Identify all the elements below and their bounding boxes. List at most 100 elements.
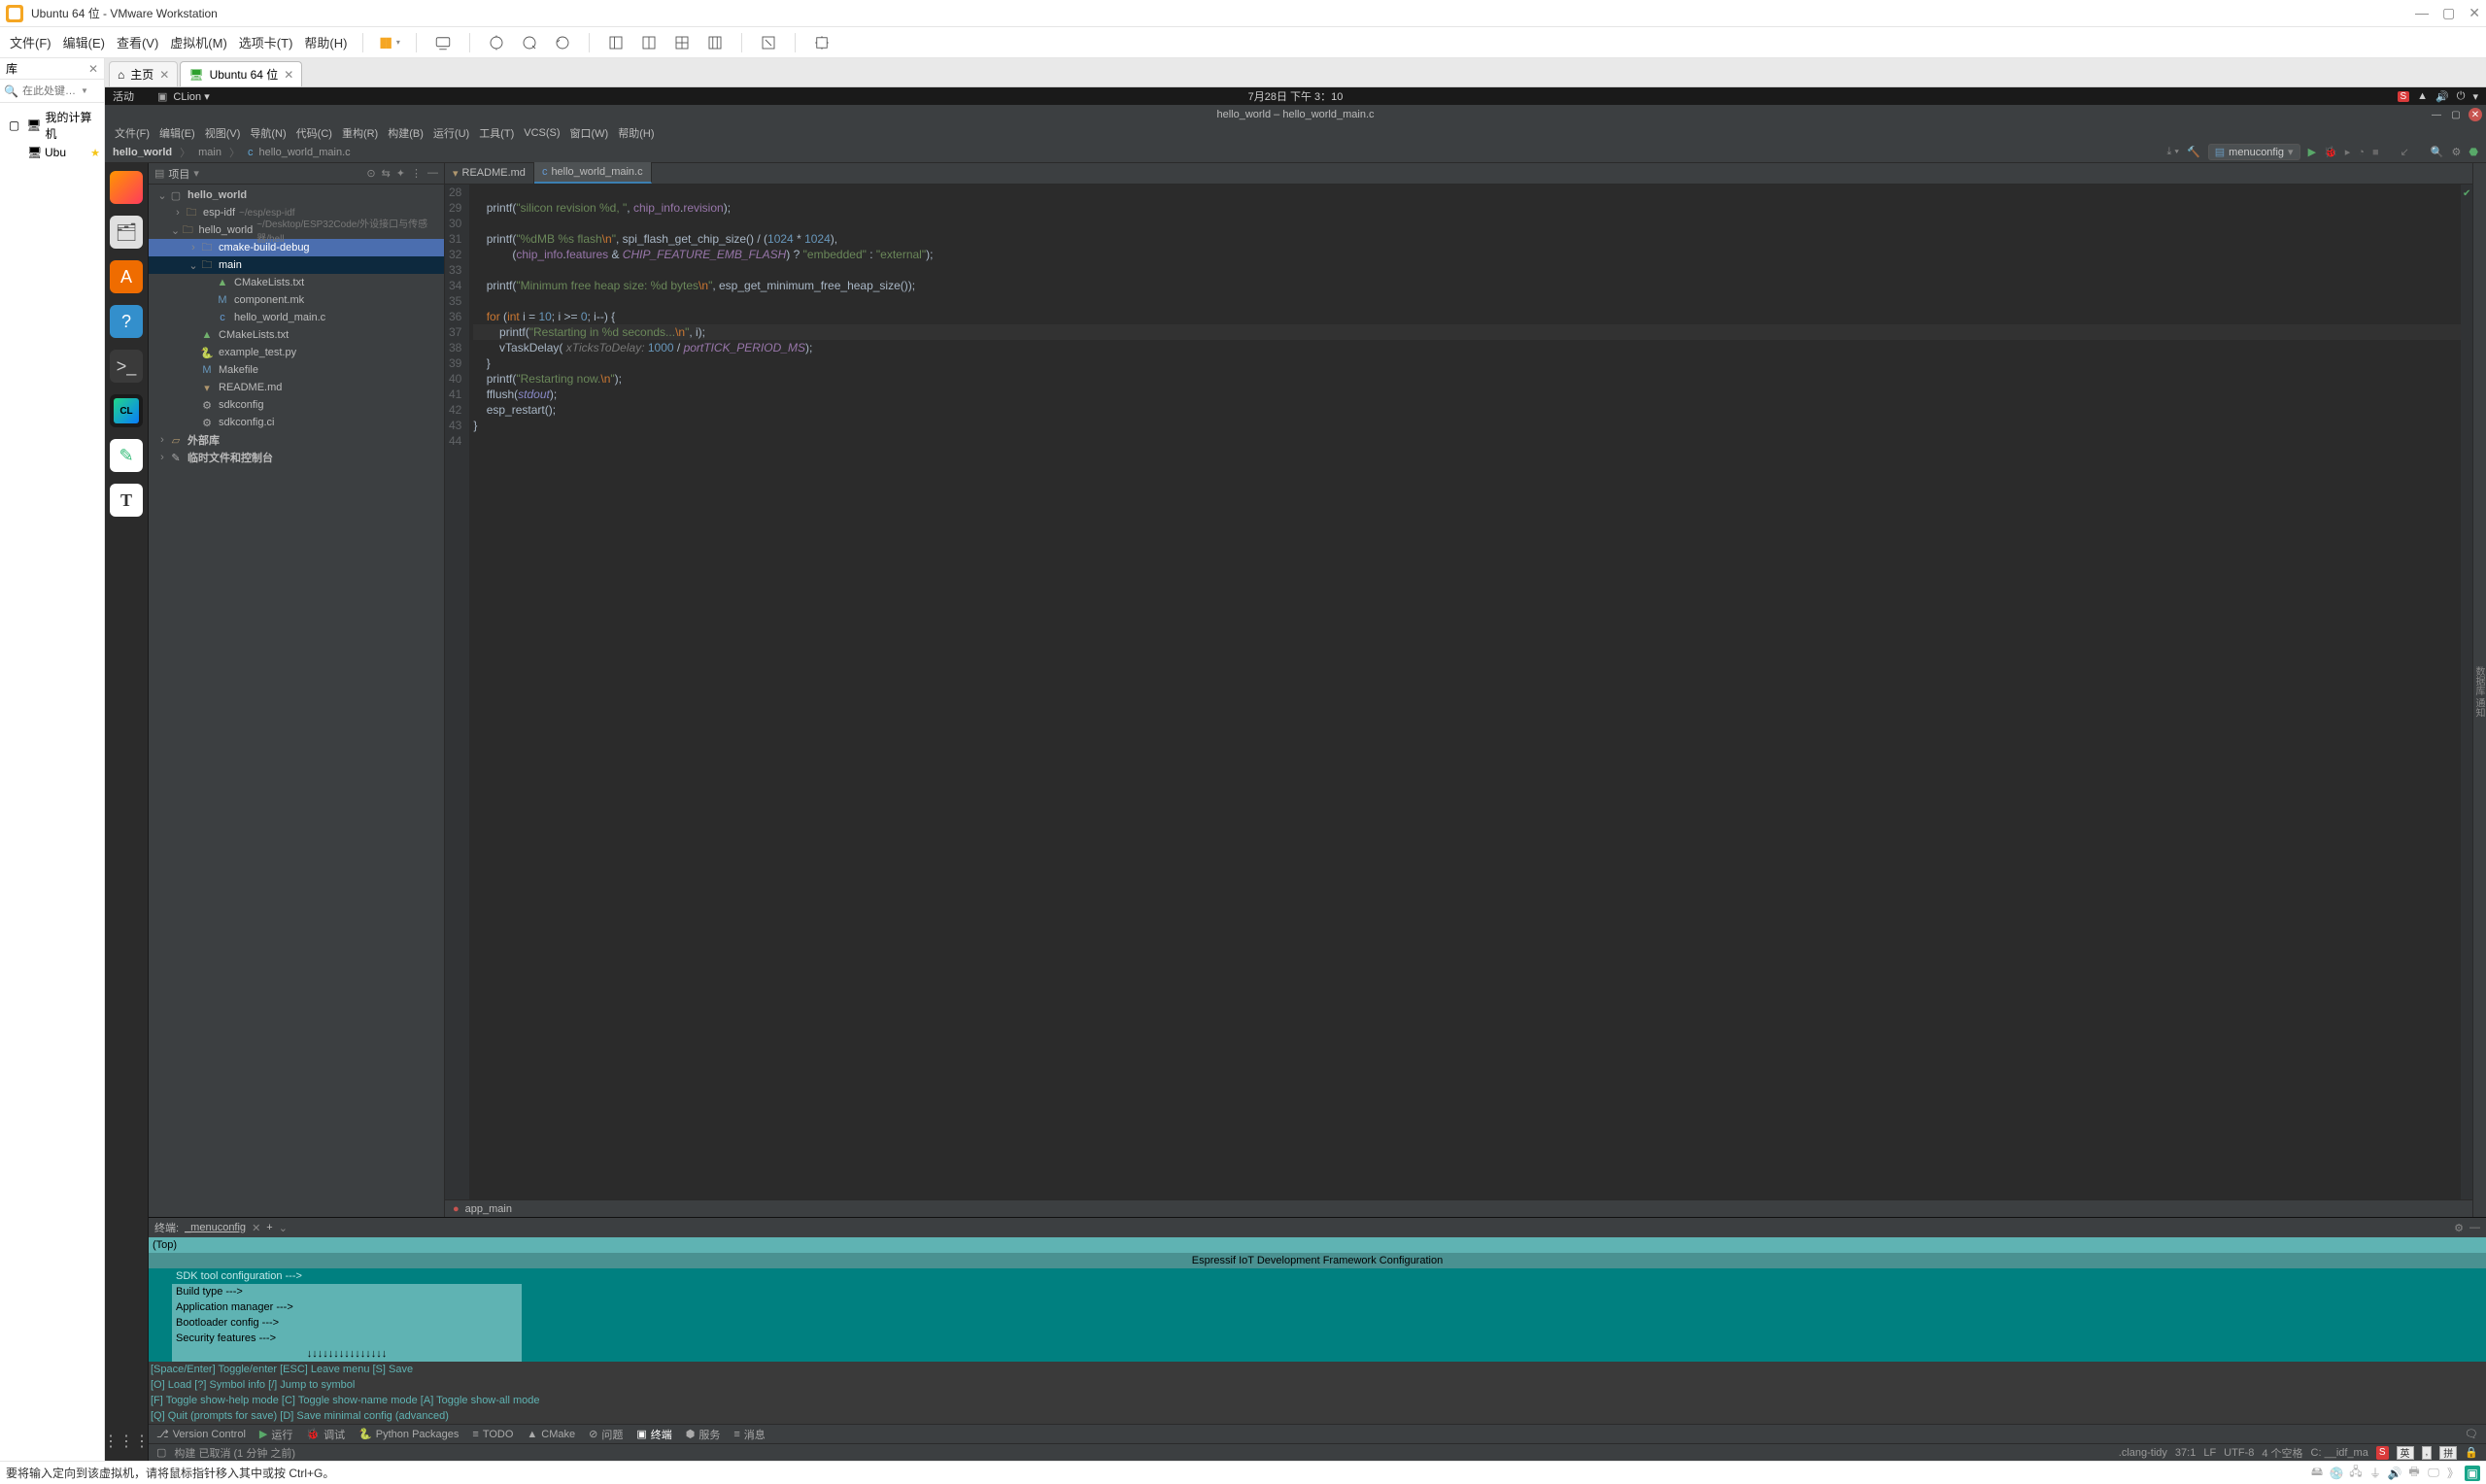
menu-help[interactable]: 帮助(H) [304, 33, 347, 51]
clion-menu-view[interactable]: 视图(V) [205, 125, 241, 141]
tab-close-icon[interactable]: ✕ [284, 68, 293, 82]
status-window-icon[interactable]: ▢ [156, 1446, 166, 1459]
ime-sep[interactable]: , [2422, 1446, 2433, 1460]
tool-version-control[interactable]: ⎇Version Control [156, 1428, 246, 1440]
dock-clion-icon[interactable] [110, 394, 143, 427]
clion-menu-window[interactable]: 窗口(W) [570, 125, 609, 141]
dock-help-icon[interactable]: ? [110, 305, 143, 338]
settings-dots-icon[interactable]: ⋮ [411, 167, 422, 180]
editor-tab-main[interactable]: chello_world_main.c [534, 162, 652, 184]
dock-software-icon[interactable]: A [110, 260, 143, 293]
editor-tab-readme[interactable]: ▾README.md [445, 162, 534, 184]
pause-vm-button[interactable]: ▮▮ [379, 34, 390, 51]
clion-menu-edit[interactable]: 编辑(E) [159, 125, 195, 141]
tool-cmake[interactable]: ▲CMake [527, 1429, 575, 1440]
code-line[interactable]: esp_restart(); [473, 402, 2461, 418]
clion-lock-icon[interactable]: 🔒 [2465, 1446, 2478, 1459]
project-tree-item[interactable]: ⌄🗀hello_world~/Desktop/ESP32Code/外设接口与传感… [149, 221, 444, 239]
minimize-button[interactable]: — [2415, 5, 2429, 21]
project-tree-item[interactable]: 🐍example_test.py [149, 344, 444, 361]
code-line[interactable]: } [473, 355, 2461, 371]
run-config-selector[interactable]: ▤menuconfig▾ [2208, 144, 2300, 160]
device-display-icon[interactable]: 🖵 [2426, 1466, 2441, 1481]
expand-icon[interactable]: ⇆ [382, 167, 391, 180]
tool-python-packages[interactable]: 🐍Python Packages [358, 1428, 459, 1440]
clion-menu-tools[interactable]: 工具(T) [479, 125, 514, 141]
ime-lang[interactable]: 英 [2397, 1446, 2414, 1460]
system-menu-chevron[interactable]: ▾ [2472, 90, 2478, 103]
clion-menu-vcs[interactable]: VCS(S) [524, 127, 560, 139]
project-tree-item[interactable]: ▲CMakeLists.txt [149, 274, 444, 291]
tool-services[interactable]: ⬢服务 [686, 1427, 721, 1442]
terminal-tab-close-icon[interactable]: ✕ [252, 1222, 260, 1234]
dock-firefox-icon[interactable] [110, 171, 143, 204]
code-line[interactable] [473, 216, 2461, 231]
clion-menu-help[interactable]: 帮助(H) [618, 125, 654, 141]
tool-messages[interactable]: ≡消息 [733, 1427, 765, 1442]
menuconfig-item[interactable]: Application manager ---> [149, 1299, 2486, 1315]
dock-gedit-icon[interactable]: ✎ [110, 439, 143, 472]
code-line[interactable]: vTaskDelay( xTicksToDelay: 1000 / portTI… [473, 340, 2461, 355]
power-icon[interactable]: ⏻ [2457, 90, 2466, 103]
menu-tabs[interactable]: 选项卡(T) [239, 33, 293, 51]
clion-menu-build[interactable]: 构建(B) [388, 125, 424, 141]
dock-typora-icon[interactable]: T [110, 484, 143, 517]
status-caret[interactable]: 37:1 [2175, 1447, 2196, 1459]
device-hdd-icon[interactable]: 🖴 [2309, 1466, 2325, 1481]
status-line-sep[interactable]: LF [2203, 1447, 2216, 1459]
view-grid-icon[interactable] [671, 32, 693, 53]
menuconfig-item[interactable]: Build type ---> [149, 1284, 2486, 1299]
terminal-hide-icon[interactable]: — [2469, 1222, 2480, 1234]
menu-edit[interactable]: 编辑(E) [63, 33, 105, 51]
view-single-icon[interactable] [605, 32, 627, 53]
current-app-menu[interactable]: CLion ▾ [173, 90, 209, 103]
project-header-label[interactable]: 项目 [168, 166, 189, 182]
project-tree-item[interactable]: ▲CMakeLists.txt [149, 326, 444, 344]
code-line[interactable]: printf("Minimum free heap size: %d bytes… [473, 278, 2461, 293]
idf-icon[interactable]: ⬣ [2469, 146, 2478, 158]
code-line[interactable]: fflush(stdout); [473, 387, 2461, 402]
code-line[interactable]: (chip_info.features & CHIP_FEATURE_EMB_F… [473, 247, 2461, 262]
menu-view[interactable]: 查看(V) [117, 33, 158, 51]
code-line[interactable] [473, 293, 2461, 309]
clion-minimize-button[interactable]: — [2430, 108, 2443, 121]
volume-icon[interactable]: 🔊 [2435, 90, 2449, 103]
menu-file[interactable]: 文件(F) [10, 33, 51, 51]
collapse-icon[interactable]: ✦ [396, 167, 405, 180]
tab-close-icon[interactable]: ✕ [159, 68, 169, 82]
tool-run[interactable]: ▶运行 [259, 1427, 292, 1442]
view-split-icon[interactable] [638, 32, 660, 53]
activities-button[interactable]: 活动 [113, 88, 134, 104]
project-tree-item[interactable]: ⚙sdkconfig.ci [149, 414, 444, 431]
error-stripe[interactable]: ✔ [2461, 185, 2472, 1199]
project-tree-item[interactable]: chello_world_main.c [149, 309, 444, 326]
tool-terminal[interactable]: ▣终端 [636, 1427, 671, 1442]
project-tree-item[interactable]: ▾README.md [149, 379, 444, 396]
ime-badge[interactable]: S [2376, 1446, 2389, 1460]
project-tree-item[interactable]: ›⏥外部库 [149, 431, 444, 449]
status-clang-tidy[interactable]: .clang-tidy [2119, 1447, 2167, 1459]
snapshot-icon[interactable] [486, 32, 507, 53]
breadcrumb[interactable]: hello_world〉 main〉 chello_world_main.c [113, 145, 351, 160]
menuconfig-item[interactable]: SDK tool configuration ---> [149, 1268, 2486, 1284]
tool-todo[interactable]: ≡TODO [472, 1429, 513, 1440]
device-net-icon[interactable]: 🖧 [2348, 1466, 2364, 1481]
library-search-input[interactable] [22, 85, 81, 97]
clion-maximize-button[interactable]: ▢ [2449, 108, 2463, 121]
tree-root[interactable]: ▢🖥我的计算机 [2, 107, 102, 144]
code-line[interactable]: printf("Restarting now.\n"); [473, 371, 2461, 387]
clion-menu-navigate[interactable]: 导航(N) [250, 125, 286, 141]
menuconfig-item[interactable]: Security features ---> [149, 1331, 2486, 1346]
add-config-icon[interactable]: ⤓ ▾ [2167, 146, 2180, 158]
project-tree-item[interactable]: ⌄🗀main [149, 256, 444, 274]
debug-button[interactable]: 🐞 [2324, 146, 2337, 158]
network-icon[interactable]: ▲ [2417, 90, 2428, 102]
code-line[interactable]: printf("%dMB %s flash\n", spi_flash_get_… [473, 231, 2461, 247]
code-line[interactable]: printf("Restarting in %d seconds...\n", … [473, 324, 2461, 340]
search-everywhere-icon[interactable]: 🔍 [2431, 146, 2444, 158]
tool-problems[interactable]: ⊘问题 [589, 1427, 623, 1442]
editor-breadcrumb[interactable]: ●app_main [445, 1199, 2472, 1217]
target-icon[interactable]: ⊙ [366, 167, 375, 180]
status-encoding[interactable]: UTF-8 [2224, 1447, 2254, 1459]
code-line[interactable]: printf("silicon revision %d, ", chip_inf… [473, 200, 2461, 216]
